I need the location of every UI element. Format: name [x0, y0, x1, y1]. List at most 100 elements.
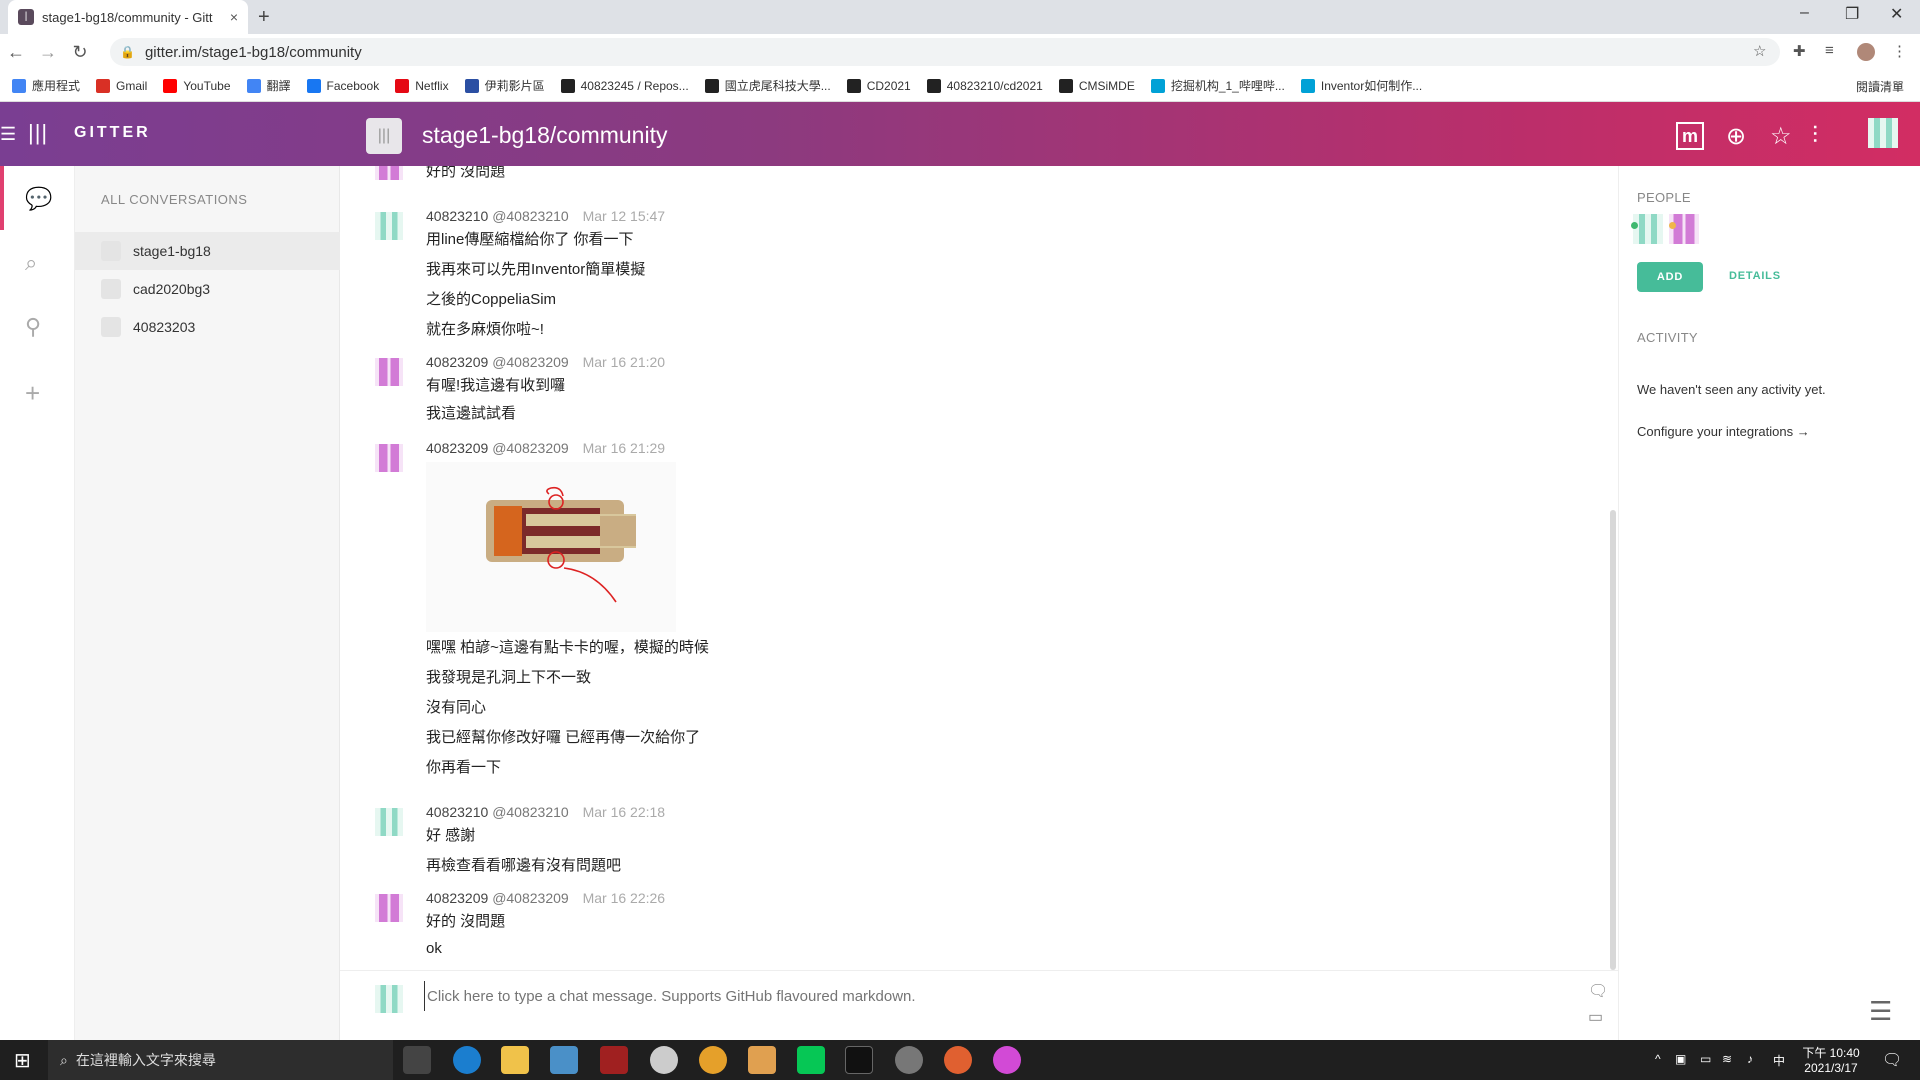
- message-username[interactable]: 40823210: [426, 208, 488, 224]
- details-button[interactable]: DETAILS: [1729, 270, 1781, 282]
- message-username[interactable]: 40823209: [426, 354, 488, 370]
- bookmark-item[interactable]: YouTube: [163, 78, 231, 93]
- notifications-icon[interactable]: 🗨: [1882, 1050, 1902, 1070]
- app-icon[interactable]: [895, 1046, 923, 1074]
- message-time[interactable]: Mar 16 21:20: [583, 354, 666, 370]
- media-icon[interactable]: ≡: [1825, 42, 1834, 59]
- message-handle[interactable]: @40823210: [492, 804, 569, 820]
- bookmark-item[interactable]: 挖掘机构_1_哔哩哔...: [1150, 77, 1285, 94]
- chat-input[interactable]: [424, 981, 1524, 1011]
- conversation-item-cad2020bg3[interactable]: cad2020bg3: [75, 270, 340, 308]
- add-icon[interactable]: +: [25, 378, 40, 409]
- close-tab-icon[interactable]: ×: [230, 9, 238, 25]
- bookmark-item[interactable]: 翻譯: [246, 77, 291, 94]
- message-time[interactable]: Mar 16 22:18: [583, 804, 666, 820]
- app-icon[interactable]: [993, 1046, 1021, 1074]
- message-image[interactable]: [426, 462, 676, 632]
- message-handle[interactable]: @40823209: [492, 354, 569, 370]
- task-view-icon[interactable]: [403, 1046, 431, 1074]
- tray-icon[interactable]: ▣: [1675, 1052, 1686, 1066]
- panel-menu-icon[interactable]: ☰: [1869, 996, 1892, 1027]
- add-people-button[interactable]: ADD: [1637, 262, 1703, 292]
- bookmark-icon: [464, 78, 479, 93]
- browser-tab[interactable]: | stage1-bg18/community - Gitt ×: [8, 0, 248, 34]
- forward-icon[interactable]: →: [32, 42, 64, 63]
- bookmark-item[interactable]: Netflix: [395, 78, 449, 93]
- configure-integrations-link[interactable]: Configure your integrations →: [1637, 424, 1810, 439]
- bookmark-item[interactable]: 40823210/cd2021: [926, 78, 1043, 93]
- app-icon[interactable]: [600, 1046, 628, 1074]
- minimize-icon[interactable]: –: [1800, 4, 1809, 22]
- message-username[interactable]: 40823209: [426, 890, 488, 906]
- bookmark-item[interactable]: 應用程式: [12, 77, 80, 94]
- settings-sliders-icon[interactable]: ⫶: [1812, 122, 1818, 150]
- reading-list-button[interactable]: 閱讀清單: [1856, 78, 1904, 95]
- user-avatar[interactable]: [375, 358, 403, 386]
- app-icon[interactable]: [550, 1046, 578, 1074]
- people-icon[interactable]: ⚲: [25, 314, 41, 340]
- message-time[interactable]: Mar 16 22:26: [583, 890, 666, 906]
- chat-area: 好的 沒問題 40823210 @40823210 Mar 12 15:47 用…: [340, 166, 1618, 970]
- profile-avatar[interactable]: [1857, 43, 1875, 61]
- conversation-item-40823203[interactable]: 40823203: [75, 308, 340, 346]
- search-icon[interactable]: ⌕: [25, 250, 37, 276]
- windows-start-icon[interactable]: ⊞: [14, 1048, 31, 1073]
- inventor-icon[interactable]: [748, 1046, 776, 1074]
- bookmark-item[interactable]: Inventor如何制作...: [1300, 77, 1422, 94]
- message-handle[interactable]: @40823209: [492, 890, 569, 906]
- ime-indicator[interactable]: 中: [1773, 1052, 1785, 1069]
- user-avatar[interactable]: [375, 894, 403, 922]
- edge-icon[interactable]: [453, 1046, 481, 1074]
- back-icon[interactable]: ←: [0, 42, 32, 63]
- user-avatar[interactable]: [375, 808, 403, 836]
- maximize-icon[interactable]: ❐: [1845, 4, 1859, 24]
- terminal-icon[interactable]: [845, 1046, 873, 1074]
- clock[interactable]: 下午 10:40 2021/3/17: [1796, 1044, 1866, 1075]
- matrix-icon[interactable]: m: [1676, 122, 1704, 150]
- menu-icon[interactable]: ⋮: [1892, 42, 1907, 60]
- message-username[interactable]: 40823209: [426, 440, 488, 456]
- reload-icon[interactable]: ↻: [64, 42, 96, 63]
- file-explorer-icon[interactable]: [501, 1046, 529, 1074]
- chrome-icon[interactable]: [699, 1046, 727, 1074]
- hamburger-icon[interactable]: ☰: [0, 124, 16, 145]
- user-avatar[interactable]: [1868, 118, 1898, 148]
- user-avatar[interactable]: [375, 166, 403, 180]
- favourite-star-icon[interactable]: ☆: [1770, 122, 1792, 151]
- taskbar-search[interactable]: ⌕ 在這裡輸入文字來搜尋: [48, 1040, 393, 1080]
- app-icon[interactable]: [650, 1046, 678, 1074]
- battery-icon[interactable]: ▭: [1700, 1052, 1711, 1066]
- person-avatar[interactable]: [1631, 214, 1663, 244]
- wifi-icon[interactable]: ≋: [1722, 1052, 1732, 1066]
- chrome-icon[interactable]: [944, 1046, 972, 1074]
- user-avatar[interactable]: [375, 212, 403, 240]
- markdown-icon[interactable]: ▭: [1588, 1007, 1603, 1027]
- bookmark-item[interactable]: 40823245 / Repos...: [560, 78, 689, 93]
- star-icon[interactable]: ☆: [1753, 42, 1766, 60]
- bookmark-item[interactable]: 伊莉影片區: [464, 77, 545, 94]
- line-icon[interactable]: [797, 1046, 825, 1074]
- conversations-icon[interactable]: 💬: [25, 186, 52, 212]
- chat-compose-icon[interactable]: 🗨: [1588, 981, 1608, 1001]
- bookmark-item[interactable]: CMSiMDE: [1058, 78, 1135, 93]
- conversation-item-stage1-bg18[interactable]: stage1-bg18: [75, 232, 340, 270]
- message-time[interactable]: Mar 12 15:47: [583, 208, 666, 224]
- chat-scrollbar[interactable]: [1610, 510, 1616, 970]
- tray-chevron-icon[interactable]: ^: [1655, 1052, 1661, 1066]
- user-avatar[interactable]: [375, 444, 403, 472]
- bookmark-item[interactable]: 國立虎尾科技大學...: [704, 77, 831, 94]
- message-handle[interactable]: @40823210: [492, 208, 569, 224]
- extensions-icon[interactable]: ✚: [1793, 42, 1806, 60]
- message-username[interactable]: 40823210: [426, 804, 488, 820]
- close-window-icon[interactable]: ✕: [1890, 4, 1903, 24]
- bookmark-item[interactable]: Gmail: [96, 78, 147, 93]
- message-time[interactable]: Mar 16 21:29: [583, 440, 666, 456]
- url-field[interactable]: 🔒 gitter.im/stage1-bg18/community: [110, 38, 1780, 66]
- bookmark-item[interactable]: CD2021: [846, 78, 911, 93]
- person-avatar[interactable]: [1669, 214, 1699, 244]
- message-handle[interactable]: @40823209: [492, 440, 569, 456]
- globe-icon[interactable]: ⊕: [1726, 122, 1746, 151]
- volume-icon[interactable]: ♪: [1747, 1052, 1753, 1066]
- bookmark-item[interactable]: Facebook: [306, 78, 379, 93]
- new-tab-button[interactable]: +: [258, 6, 270, 29]
